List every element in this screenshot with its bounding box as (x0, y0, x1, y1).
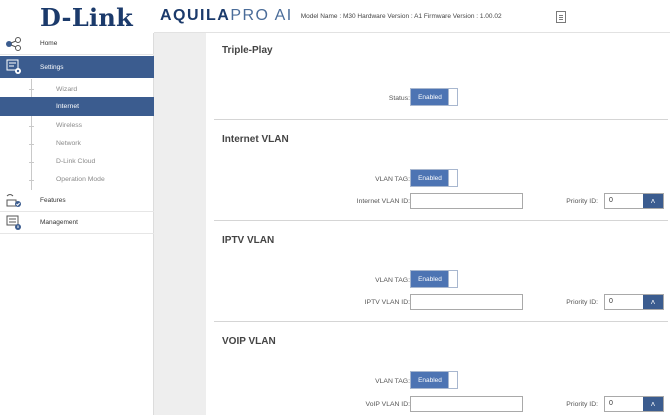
sidebar-item-label: Home (40, 40, 58, 47)
internet-vlan-tag-toggle[interactable]: Enabled (410, 169, 458, 187)
priority-id-label: Priority ID: (566, 401, 598, 408)
product-brand: AQUILAPRO AI (160, 7, 293, 24)
sidebar-subitem-operation-mode[interactable]: Operation Mode (0, 170, 154, 189)
settings-panel: Triple-Play Status: Enabled Internet VLA… (206, 33, 668, 415)
sidebar-item-management[interactable]: Management (0, 212, 154, 234)
sidebar-subitem-internet[interactable]: Internet (0, 97, 154, 116)
triple-play-status-toggle[interactable]: Enabled (410, 88, 458, 106)
chevron-up-icon[interactable]: ˄ (643, 397, 663, 411)
section-divider (214, 321, 668, 322)
sidebar: D-Link Home Settings Wizard Internet Wir… (0, 0, 154, 415)
sidebar-subitem-wireless[interactable]: Wireless (0, 116, 154, 135)
settings-gear-icon (4, 59, 24, 74)
chevron-up-icon[interactable]: ˄ (643, 194, 663, 208)
sidebar-item-label: Settings (40, 63, 64, 71)
logo-bar: D-Link (0, 0, 154, 33)
section-title-iptv-vlan: IPTV VLAN (222, 235, 275, 246)
sidebar-subitem-dlink-cloud[interactable]: D-Link Cloud (0, 152, 154, 171)
voip-vlan-id-input[interactable] (410, 396, 523, 412)
section-divider (214, 220, 668, 221)
content-gutter (154, 33, 206, 415)
internet-priority-select[interactable]: 0 ˄ (604, 193, 664, 209)
main-content: Triple-Play Status: Enabled Internet VLA… (154, 33, 670, 415)
sidebar-item-label: Management (40, 219, 78, 226)
section-divider (214, 119, 668, 120)
toggle-knob (448, 271, 457, 287)
sidebar-item-home[interactable]: Home (0, 33, 154, 55)
sidebar-item-label: Features (40, 197, 66, 204)
document-icon[interactable] (556, 11, 566, 23)
voip-vlan-id-label: VoIP VLAN ID: (365, 401, 410, 408)
toggle-knob (448, 372, 457, 388)
section-title-internet-vlan: Internet VLAN (222, 134, 289, 145)
dlink-logo[interactable]: D-Link (40, 3, 133, 32)
sidebar-item-features[interactable]: Features (0, 190, 154, 212)
priority-id-label: Priority ID: (566, 198, 598, 205)
iptv-vlan-id-label: IPTV VLAN ID: (364, 299, 410, 306)
iptv-vlan-tag-toggle[interactable]: Enabled (410, 270, 458, 288)
iptv-vlan-id-input[interactable] (410, 294, 523, 310)
vlan-tag-label: VLAN TAG: (375, 176, 410, 183)
home-network-icon (4, 36, 24, 51)
iptv-priority-select[interactable]: 0 ˄ (604, 294, 664, 310)
top-header: AQUILAPRO AI Model Name : M30 Hardware V… (154, 0, 670, 33)
management-icon (4, 215, 24, 230)
vlan-tag-label: VLAN TAG: (375, 277, 410, 284)
status-label: Status: (388, 95, 410, 102)
section-title-voip-vlan: VOIP VLAN (222, 336, 276, 347)
internet-vlan-id-label: Internet VLAN ID: (356, 198, 410, 205)
section-title-triple-play: Triple-Play (222, 45, 273, 56)
priority-id-label: Priority ID: (566, 299, 598, 306)
voip-vlan-tag-toggle[interactable]: Enabled (410, 371, 458, 389)
sidebar-item-settings[interactable]: Settings (0, 56, 154, 78)
voip-priority-select[interactable]: 0 ˄ (604, 396, 664, 412)
features-icon (4, 193, 24, 208)
model-info: Model Name : M30 Hardware Version : A1 F… (300, 12, 502, 20)
internet-vlan-id-input[interactable] (410, 193, 523, 209)
chevron-up-icon[interactable]: ˄ (643, 295, 663, 309)
toggle-knob (448, 89, 457, 105)
sidebar-subitem-network[interactable]: Network (0, 134, 154, 153)
vlan-tag-label: VLAN TAG: (375, 378, 410, 385)
toggle-knob (448, 170, 457, 186)
